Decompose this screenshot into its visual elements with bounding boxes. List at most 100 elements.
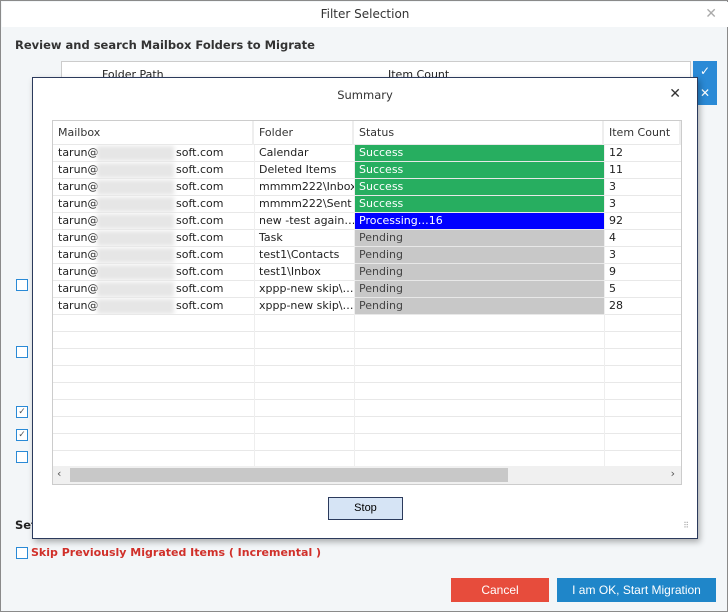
column-mailbox[interactable]: Mailbox [53, 121, 254, 145]
folder-cell: xppp-new skip\… [259, 282, 354, 295]
mailbox-prefix: tarun@ [58, 197, 99, 210]
column-status[interactable]: Status [354, 121, 604, 145]
folder-cell: Deleted Items [259, 163, 337, 176]
status-cell: Pending [354, 230, 604, 246]
table-row[interactable]: tarun@ soft.com Task Pending 4 [53, 230, 681, 247]
table-row[interactable]: tarun@ soft.com test1\Inbox Pending 9 [53, 264, 681, 281]
folder-cell: new -test again… [259, 214, 354, 227]
status-cell: Success [354, 196, 604, 212]
status-cell: Pending [354, 298, 604, 314]
mailbox-cell: tarun@ soft.com [53, 230, 254, 246]
folder-cell: mmmm222\Inbox [259, 180, 354, 193]
mailbox-suffix: soft.com [176, 146, 224, 159]
window-title: Filter Selection [2, 2, 728, 27]
table-row[interactable]: tarun@ soft.com xppp-new skip\… Pending 2… [53, 298, 681, 315]
empty-row [53, 434, 681, 451]
skip-incremental-checkbox[interactable] [16, 547, 28, 559]
mailbox-suffix: soft.com [176, 248, 224, 261]
item-count-cell: 12 [609, 146, 623, 159]
status-cell: Pending [354, 281, 604, 297]
mailbox-prefix: tarun@ [58, 231, 99, 244]
cancel-button[interactable]: Cancel [451, 578, 549, 602]
empty-row [53, 332, 681, 349]
table-row[interactable]: tarun@ soft.com Deleted Items Success 11 [53, 162, 681, 179]
checkbox[interactable] [16, 346, 28, 358]
horizontal-scrollbar[interactable]: ‹ › [53, 466, 681, 484]
folder-cell: test1\Contacts [259, 248, 340, 261]
mailbox-suffix: soft.com [176, 197, 224, 210]
mailbox-prefix: tarun@ [58, 248, 99, 261]
mailbox-prefix: tarun@ [58, 214, 99, 227]
item-count-cell: 3 [609, 180, 616, 193]
checkbox-checked[interactable]: ✓ [16, 406, 28, 418]
mailbox-cell: tarun@ soft.com [53, 264, 254, 280]
redacted-region [97, 163, 174, 178]
empty-row [53, 315, 681, 332]
skip-incremental-label[interactable]: Skip Previously Migrated Items ( Increme… [31, 546, 321, 559]
table-row[interactable]: tarun@ soft.com mmmm222\Inbox Success 3 [53, 179, 681, 196]
redacted-region [97, 214, 174, 229]
status-cell: Pending [354, 247, 604, 263]
empty-row [53, 383, 681, 400]
mailbox-cell: tarun@ soft.com [53, 196, 254, 212]
redacted-region [97, 146, 174, 161]
redacted-region [97, 248, 174, 263]
status-cell: Success [354, 162, 604, 178]
close-icon[interactable]: ✕ [669, 86, 681, 102]
mailbox-prefix: tarun@ [58, 163, 99, 176]
column-item-count[interactable]: Item Count [604, 121, 681, 145]
mailbox-suffix: soft.com [176, 214, 224, 227]
mailbox-prefix: tarun@ [58, 299, 99, 312]
mailbox-suffix: soft.com [176, 265, 224, 278]
table-row[interactable]: tarun@ soft.com mmmm222\Sent Success 3 [53, 196, 681, 213]
summary-dialog: Summary ✕ Mailbox Folder Status Item Cou… [32, 77, 698, 539]
scrollbar-thumb[interactable] [70, 468, 508, 482]
close-icon[interactable]: ✕ [705, 2, 717, 27]
mailbox-cell: tarun@ soft.com [53, 281, 254, 297]
item-count-cell: 3 [609, 197, 616, 210]
status-cell: Success [354, 145, 604, 161]
table-row[interactable]: tarun@ soft.com new -test again… Processi… [53, 213, 681, 230]
item-count-cell: 3 [609, 248, 616, 261]
checkbox-checked[interactable]: ✓ [16, 429, 28, 441]
empty-row [53, 400, 681, 417]
item-count-cell: 11 [609, 163, 623, 176]
folder-cell: Calendar [259, 146, 309, 159]
mailbox-prefix: tarun@ [58, 282, 99, 295]
start-migration-button[interactable]: I am OK, Start Migration [557, 578, 716, 602]
redacted-region [97, 197, 174, 212]
folder-cell: xppp-new skip\… [259, 299, 354, 312]
item-count-cell: 9 [609, 265, 616, 278]
empty-row [53, 417, 681, 434]
table-row[interactable]: tarun@ soft.com Calendar Success 12 [53, 145, 681, 162]
table-row[interactable]: tarun@ soft.com test1\Contacts Pending 3 [53, 247, 681, 264]
mailbox-cell: tarun@ soft.com [53, 213, 254, 229]
redacted-region [97, 231, 174, 246]
status-cell: Processing…16 [354, 213, 604, 229]
mailbox-cell: tarun@ soft.com [53, 145, 254, 161]
empty-row [53, 349, 681, 366]
dialog-title: Summary [337, 88, 393, 102]
mailbox-prefix: tarun@ [58, 180, 99, 193]
redacted-region [97, 299, 174, 314]
scroll-left-icon[interactable]: ‹ [57, 467, 61, 480]
mailbox-suffix: soft.com [176, 180, 224, 193]
table-row[interactable]: tarun@ soft.com xppp-new skip\… Pending 5 [53, 281, 681, 298]
checkbox[interactable] [16, 279, 28, 291]
folder-cell: mmmm222\Sent [259, 197, 352, 210]
mailbox-cell: tarun@ soft.com [53, 298, 254, 314]
item-count-cell: 4 [609, 231, 616, 244]
item-count-cell: 5 [609, 282, 616, 295]
mailbox-prefix: tarun@ [58, 265, 99, 278]
status-cell: Success [354, 179, 604, 195]
resize-grip-icon[interactable]: ⠿ [683, 521, 689, 530]
mailbox-suffix: soft.com [176, 163, 224, 176]
column-folder[interactable]: Folder [254, 121, 354, 145]
scroll-right-icon[interactable]: › [671, 467, 675, 480]
header-row: Mailbox Folder Status Item Count [53, 121, 681, 145]
checkbox[interactable] [16, 451, 28, 463]
stop-button[interactable]: Stop [328, 497, 403, 520]
item-count-cell: 92 [609, 214, 623, 227]
mailbox-suffix: soft.com [176, 231, 224, 244]
redacted-region [97, 282, 174, 297]
